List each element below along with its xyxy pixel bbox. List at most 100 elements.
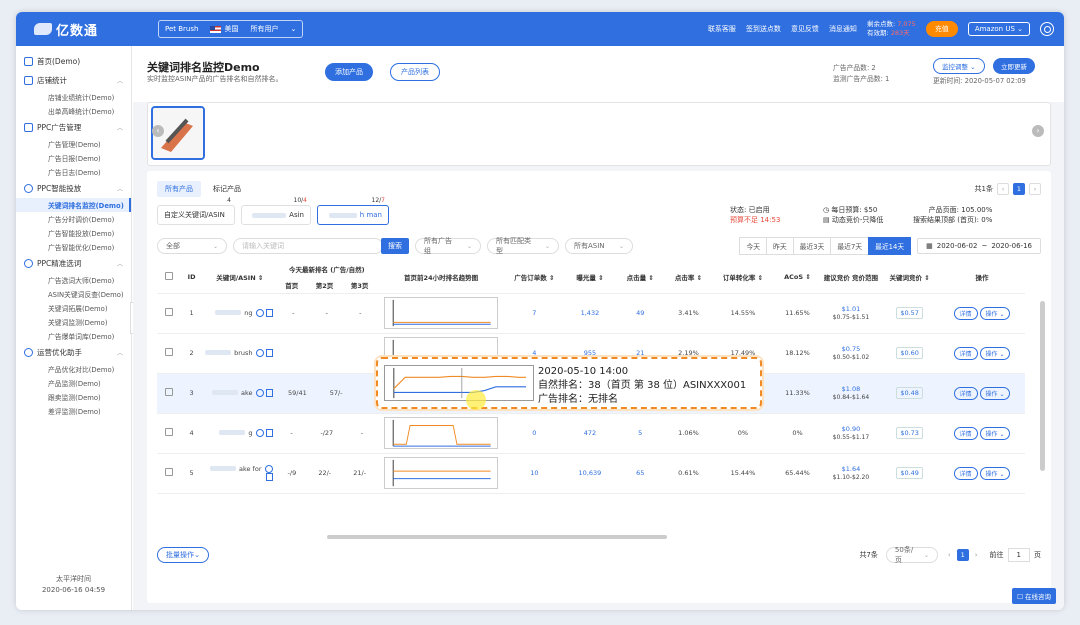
table-row[interactable]: 5 ake for -/9 22/- 21/- 10 10,639 65 0.61% 15.44%… xyxy=(157,453,1025,494)
prev-page-icon[interactable]: ‹ xyxy=(948,551,951,559)
doc-icon[interactable] xyxy=(265,349,273,357)
date-7d[interactable]: 最近7天 xyxy=(830,237,870,255)
sidebar-item[interactable]: 广告管理(Demo) xyxy=(16,137,131,151)
row-bid[interactable]: $0.48 xyxy=(880,373,939,414)
asin-select[interactable]: 所有ASIN ⌄ xyxy=(565,238,633,254)
col-ctr[interactable]: 点击率 ⇕ xyxy=(664,261,713,294)
search-button[interactable]: 搜索 xyxy=(381,238,409,254)
table-row[interactable]: 4 g - -/27-0 472 5 1.06% 0% 0% $0.90 $0.55-$1.17 $0… xyxy=(157,413,1025,454)
keyword-search-input[interactable]: 请输入关键词 xyxy=(233,238,383,254)
sidebar-item[interactable]: 广告爆单词库(Demo) xyxy=(16,329,131,343)
add-product-button[interactable]: 添加产品 xyxy=(325,63,373,81)
recharge-button[interactable]: 充值 xyxy=(925,21,958,37)
date-today[interactable]: 今天 xyxy=(739,237,768,255)
product-list-button[interactable]: 产品列表 xyxy=(390,63,440,81)
sidebar-item[interactable]: 产品优化对比(Demo) xyxy=(16,362,131,376)
sidebar-item-home[interactable]: 首页(Demo) xyxy=(16,52,131,71)
sidebar-item[interactable]: 产品监测(Demo) xyxy=(16,376,131,390)
row-checkbox[interactable] xyxy=(164,348,173,356)
gear-icon[interactable] xyxy=(1040,22,1054,36)
sidebar-group-ops[interactable]: 运营优化助手 ︿ xyxy=(16,343,131,362)
carousel-prev-icon[interactable]: ‹ xyxy=(152,125,164,137)
scope-select[interactable]: 全部 ⌄ xyxy=(157,238,227,254)
vertical-scrollbar[interactable] xyxy=(1040,301,1045,471)
detail-button[interactable]: 详情 xyxy=(953,346,978,360)
operate-button[interactable]: 操作 ⌄ xyxy=(979,426,1011,440)
tab-marked-products[interactable]: 标记产品 xyxy=(205,181,249,197)
row-keyword[interactable]: ng xyxy=(203,293,277,334)
kw-tab-asin[interactable]: Asin 10/4 xyxy=(241,197,311,225)
operate-button[interactable]: 操作 ⌄ xyxy=(979,386,1011,400)
row-bid[interactable]: $0.60 xyxy=(880,333,939,374)
date-14d[interactable]: 最近14天 xyxy=(868,237,912,255)
link-checkin[interactable]: 签到送点数 xyxy=(746,24,781,34)
row-keyword[interactable]: g xyxy=(203,413,277,454)
link-support[interactable]: 联系客服 xyxy=(708,24,736,34)
row-bid[interactable]: $0.49 xyxy=(880,453,939,494)
marketplace-select[interactable]: Amazon US ⌄ xyxy=(967,22,1030,36)
sidebar-item[interactable]: 店铺业绩统计(Demo) xyxy=(16,90,131,104)
table-row[interactable]: 1 ng - - - 7 1,432 49 3.41% 14.55% 11.65% $1.01 $0.7… xyxy=(157,293,1025,334)
ai-icon[interactable] xyxy=(255,389,264,397)
link-feedback[interactable]: 意见反馈 xyxy=(791,24,819,34)
sidebar-group-ppc-smart[interactable]: PPC智能投放 ︿ xyxy=(16,179,131,198)
sidebar-item[interactable]: 差评监测(Demo) xyxy=(16,404,131,418)
sidebar-item[interactable]: 广告智能优化(Demo) xyxy=(16,240,131,254)
tab-all-products[interactable]: 所有产品 xyxy=(157,181,201,197)
next-page-icon[interactable]: › xyxy=(975,551,978,559)
page-size-select[interactable]: 50条/页 ⌄ xyxy=(885,546,938,564)
col-impressions[interactable]: 曝光量 ⇕ xyxy=(563,261,617,294)
ai-icon[interactable] xyxy=(264,465,273,473)
detail-button[interactable]: 详情 xyxy=(953,466,978,480)
monitor-adjust-button[interactable]: 监控调整 ⌄ xyxy=(933,58,985,74)
horizontal-scrollbar[interactable] xyxy=(327,535,667,539)
link-notify[interactable]: 消息通知 xyxy=(829,24,857,34)
next-page-icon[interactable]: › xyxy=(1029,183,1041,195)
col-orders[interactable]: 广告订单数 ⇕ xyxy=(505,261,564,294)
col-cvr[interactable]: 订单转化率 ⇕ xyxy=(712,261,774,294)
detail-button[interactable]: 详情 xyxy=(953,386,978,400)
row-keyword[interactable]: brush xyxy=(203,333,277,374)
bottom-page-number[interactable]: 1 xyxy=(956,549,969,561)
row-trend[interactable] xyxy=(377,453,506,494)
prev-page-icon[interactable]: ‹ xyxy=(997,183,1009,195)
ai-icon[interactable] xyxy=(255,349,264,357)
col-keyword[interactable]: 关键词/ASIN ⇕ xyxy=(203,261,277,294)
doc-icon[interactable] xyxy=(265,309,273,317)
row-checkbox[interactable] xyxy=(164,388,173,396)
row-trend[interactable] xyxy=(377,293,506,334)
detail-button[interactable]: 详情 xyxy=(953,306,978,320)
row-checkbox[interactable] xyxy=(164,428,173,436)
doc-icon[interactable] xyxy=(265,429,273,437)
sidebar-item[interactable]: 广告日报(Demo) xyxy=(16,151,131,165)
match-type-select[interactable]: 所有匹配类型 ⌄ xyxy=(487,237,559,255)
row-keyword[interactable]: ake xyxy=(203,373,277,414)
ad-group-select[interactable]: 所有广告组 ⌄ xyxy=(415,237,481,255)
sidebar-item[interactable]: 关键词监测(Demo) xyxy=(16,315,131,329)
store-selector[interactable]: Pet Brush 美国 所有用户 ⌄ xyxy=(158,20,304,38)
col-clicks[interactable]: 点击量 ⇕ xyxy=(616,261,665,294)
logo[interactable]: 亿数通 xyxy=(16,12,136,46)
online-chat-button[interactable]: ☐ 在线咨询 xyxy=(1012,588,1056,604)
col-acos[interactable]: ACoS ⇕ xyxy=(773,261,822,294)
row-checkbox[interactable] xyxy=(164,308,173,316)
detail-button[interactable]: 详情 xyxy=(953,426,978,440)
date-3d[interactable]: 最近3天 xyxy=(792,237,832,255)
kw-tab-custom[interactable]: 自定义关键词/ASIN 4 xyxy=(157,197,235,225)
date-yesterday[interactable]: 昨天 xyxy=(766,237,794,255)
sidebar-item-rank-monitor[interactable]: 关键词排名监控(Demo) xyxy=(16,198,131,212)
sidebar-group-store[interactable]: 店铺统计 ︿ xyxy=(16,71,131,90)
row-bid[interactable]: $0.73 xyxy=(880,413,939,454)
sidebar-group-ppc-keyword[interactable]: PPC精准选词 ︿ xyxy=(16,254,131,273)
batch-action-button[interactable]: 批量操作 ⌄ xyxy=(157,547,209,563)
sidebar-item[interactable]: 跟卖监测(Demo) xyxy=(16,390,131,404)
sidebar-item[interactable]: 出单高峰统计(Demo) xyxy=(16,104,131,118)
sidebar-item[interactable]: 广告选词大师(Demo) xyxy=(16,273,131,287)
row-trend[interactable] xyxy=(377,413,506,454)
sidebar-group-ppc-manage[interactable]: PPC广告管理 ︿ xyxy=(16,118,131,137)
select-all-checkbox[interactable] xyxy=(164,271,173,280)
operate-button[interactable]: 操作 ⌄ xyxy=(979,346,1011,360)
doc-icon[interactable] xyxy=(265,473,273,481)
operate-button[interactable]: 操作 ⌄ xyxy=(979,466,1011,480)
date-range-picker[interactable]: ▦ 2020-06-02 ~2020-06-16 xyxy=(917,238,1041,254)
